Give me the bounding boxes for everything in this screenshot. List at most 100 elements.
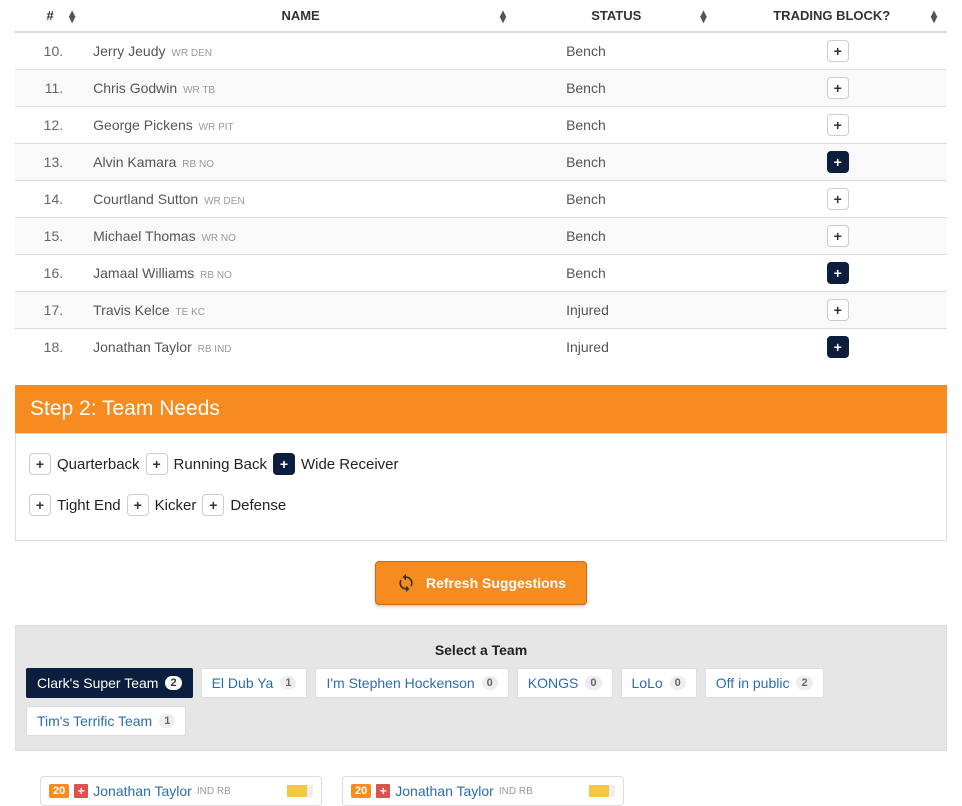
player-name-cell[interactable]: Alvin Kamara RB NO [85,144,516,181]
row-number: 16. [15,255,85,292]
table-row: 10.Jerry Jeudy WR DENBench+ [15,32,947,70]
card-player-name[interactable]: Jonathan Taylor [395,783,494,799]
rank-pill: 20 [49,784,69,798]
team-tab-count: 1 [280,676,296,690]
player-status: Bench [516,181,716,218]
trading-block-toggle[interactable]: + [827,336,849,358]
need-label: Quarterback [57,456,140,473]
need-label: Defense [230,497,286,514]
player-status: Bench [516,255,716,292]
trading-block-toggle[interactable]: + [827,262,849,284]
team-tab-label: KONGS [528,675,579,691]
player-name-cell[interactable]: Courtland Sutton WR DEN [85,181,516,218]
team-tab-label: I'm Stephen Hockenson [326,675,474,691]
player-pos-team: TE KC [176,307,205,318]
team-tab[interactable]: Tim's Terrific Team 1 [26,706,186,736]
team-tab[interactable]: El Dub Ya1 [201,668,308,698]
player-name-cell[interactable]: George Pickens WR PIT [85,107,516,144]
trading-block-toggle[interactable]: + [827,299,849,321]
team-tab[interactable]: I'm Stephen Hockenson 0 [315,668,508,698]
player-name-cell[interactable]: Chris Godwin WR TB [85,70,516,107]
row-number: 12. [15,107,85,144]
player-status: Bench [516,144,716,181]
card-player-meta: IND RB [499,786,533,797]
rank-pill: 20 [351,784,371,798]
trading-block-toggle[interactable]: + [827,77,849,99]
refresh-suggestions-button[interactable]: Refresh Suggestions [375,561,587,605]
team-tab[interactable]: Off in public2 [705,668,824,698]
player-status: Injured [516,329,716,366]
team-need-item: + Quarterback [29,453,140,475]
player-status: Bench [516,32,716,70]
need-toggle[interactable]: + [146,453,168,475]
team-tab-count: 0 [670,676,686,690]
row-number: 17. [15,292,85,329]
trading-block-toggle[interactable]: + [827,151,849,173]
table-row: 18.Jonathan Taylor RB INDInjured+ [15,329,947,366]
card-player-meta: IND RB [197,786,231,797]
trading-block-toggle[interactable]: + [827,188,849,210]
card-player-name[interactable]: Jonathan Taylor [93,783,192,799]
player-pos-team: WR PIT [199,122,234,133]
team-select-title: Select a Team [26,634,936,668]
table-row: 15.Michael Thomas WR NOBench + [15,218,947,255]
player-name-cell[interactable]: Jonathan Taylor RB IND [85,329,516,366]
player-status: Bench [516,218,716,255]
row-number: 15. [15,218,85,255]
team-tab[interactable]: KONGS 0 [517,668,613,698]
need-toggle[interactable]: + [29,453,51,475]
team-need-item: +Tight End [29,494,121,516]
suggestion-card: 20+Jonathan TaylorIND RB [342,776,624,806]
team-need-item: +Kicker [127,494,197,516]
need-label: Running Back [174,456,267,473]
usage-bar [287,785,313,797]
step2-header: Step 2: Team Needs [15,385,947,433]
col-header-number[interactable]: #▴▾ [15,0,85,32]
need-label: Wide Receiver [301,456,399,473]
need-toggle[interactable]: + [273,453,295,475]
player-status: Injured [516,292,716,329]
player-pos-team: WR DEN [171,48,212,59]
team-need-item: + Wide Receiver [273,453,399,475]
sort-icon: ▴▾ [500,10,506,22]
table-row: 17.Travis Kelce TE KCInjured + [15,292,947,329]
need-toggle[interactable]: + [29,494,51,516]
injury-icon: + [74,784,88,798]
col-header-status[interactable]: STATUS▴▾ [516,0,716,32]
player-pos-team: RB IND [198,344,232,355]
trading-block-toggle[interactable]: + [827,40,849,62]
table-row: 12.George Pickens WR PITBench+ [15,107,947,144]
team-tab-label: Clark's Super Team [37,675,158,691]
row-number: 13. [15,144,85,181]
trading-block-toggle[interactable]: + [827,225,849,247]
trading-block-toggle[interactable]: + [827,114,849,136]
team-tab-count: 1 [159,714,175,728]
team-tab-count: 2 [796,676,812,690]
usage-bar [589,785,615,797]
table-row: 13.Alvin Kamara RB NOBench + [15,144,947,181]
team-tab[interactable]: Clark's Super Team2 [26,668,193,698]
player-status: Bench [516,70,716,107]
player-pos-team: RB NO [182,159,214,170]
need-toggle[interactable]: + [202,494,224,516]
team-need-item: + Defense [202,494,286,516]
sort-icon: ▴▾ [700,10,706,22]
player-name-cell[interactable]: Jamaal Williams RB NO [85,255,516,292]
player-name-cell[interactable]: Michael Thomas WR NO [85,218,516,255]
player-name-cell[interactable]: Jerry Jeudy WR DEN [85,32,516,70]
team-tab[interactable]: LoLo0 [621,668,697,698]
team-tab-label: Tim's Terrific Team [37,713,152,729]
player-pos-team: WR NO [201,233,235,244]
team-tab-count: 0 [585,676,601,690]
need-toggle[interactable]: + [127,494,149,516]
table-row: 16.Jamaal Williams RB NOBench + [15,255,947,292]
row-number: 14. [15,181,85,218]
table-row: 11.Chris Godwin WR TBBench + [15,70,947,107]
col-header-name[interactable]: NAME▴▾ [85,0,516,32]
team-need-item: + Running Back [146,453,267,475]
team-tab-count: 0 [482,676,498,690]
row-number: 11. [15,70,85,107]
col-header-trading-block[interactable]: TRADING BLOCK?▴▾ [716,0,947,32]
player-name-cell[interactable]: Travis Kelce TE KC [85,292,516,329]
team-select-panel: Select a Team Clark's Super Team2El Dub … [15,625,947,751]
